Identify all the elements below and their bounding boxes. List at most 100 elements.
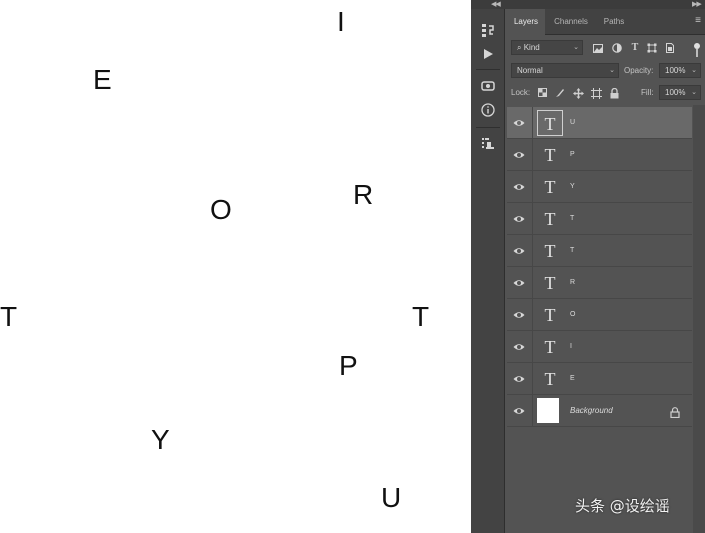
layer-name[interactable]: T (570, 235, 574, 267)
eye-icon[interactable] (513, 341, 525, 353)
watermark: 头条 @设绘谣 (575, 497, 670, 515)
history-icon[interactable] (477, 20, 499, 42)
layer-row[interactable]: T U (507, 107, 692, 139)
opacity-value: 100% (665, 66, 686, 75)
layer-row[interactable]: T P (507, 139, 692, 171)
layer-name[interactable]: E (570, 363, 575, 395)
play-actions-icon[interactable] (477, 43, 499, 65)
panel-tabs: Layers Channels Paths ≡ (507, 9, 705, 36)
layer-row[interactable]: T T (507, 235, 692, 267)
dock-top-strip: ◀◀ ▶▶ (471, 0, 705, 9)
lock-all-icon[interactable] (607, 86, 621, 100)
text-layer-thumbnail: T (544, 273, 556, 293)
eye-icon[interactable] (513, 181, 525, 193)
text-layer-thumbnail: T (544, 241, 556, 261)
tool-separator (476, 127, 500, 128)
background-thumbnail (537, 398, 559, 423)
lock-transparent-icon[interactable] (535, 86, 549, 100)
eye-icon[interactable] (513, 245, 525, 257)
canvas-letter-r: R (353, 179, 374, 210)
chevron-down-icon: ⌄ (573, 44, 579, 51)
layer-row-background[interactable]: Background (507, 395, 692, 427)
document-canvas[interactable]: I E R O T T P Y U (0, 0, 471, 533)
adjustment-filter-icon[interactable] (610, 41, 624, 55)
tab-paths[interactable]: Paths (596, 9, 632, 35)
fill-label: Fill: (641, 88, 654, 97)
info-icon[interactable] (477, 99, 499, 121)
eye-icon[interactable] (513, 277, 525, 289)
layer-row[interactable]: T T (507, 203, 692, 235)
text-layer-thumbnail: T (544, 177, 556, 197)
layer-name[interactable]: P (570, 139, 575, 171)
pixel-filter-icon[interactable] (591, 41, 605, 55)
eye-icon[interactable] (513, 149, 525, 161)
lock-label: Lock: (511, 88, 531, 97)
text-layer-thumbnail: T (544, 369, 556, 389)
layer-row[interactable]: T R (507, 267, 692, 299)
text-layer-thumbnail: T (544, 209, 556, 229)
layer-name[interactable]: O (570, 299, 575, 331)
layer-name[interactable]: I (570, 331, 572, 363)
tab-channels[interactable]: Channels (547, 9, 595, 35)
visibility-separator (532, 107, 533, 139)
collapse-left-icon[interactable]: ◀◀ (491, 0, 501, 9)
visibility-separator (532, 171, 533, 203)
filter-toggle-track (696, 49, 698, 57)
text-layer-thumbnail: T (544, 145, 556, 165)
tab-layers[interactable]: Layers (507, 9, 545, 36)
canvas-letter-o: O (210, 194, 232, 225)
chevron-down-icon: ⌄ (691, 89, 697, 96)
layer-name[interactable]: T (570, 203, 574, 235)
blend-mode-dropdown[interactable]: Normal ⌄ (511, 63, 619, 78)
lock-position-icon[interactable] (571, 86, 585, 100)
visibility-separator (532, 267, 533, 299)
layer-row[interactable]: T O (507, 299, 692, 331)
fill-field[interactable]: 100% ⌄ (659, 85, 701, 100)
layer-name[interactable]: R (570, 267, 575, 299)
visibility-separator (532, 203, 533, 235)
blend-row: Normal ⌄ Opacity: 100% ⌄ (507, 62, 705, 84)
layers-panel: Layers Channels Paths ≡ ⌕ Kind ⌄ T Norma… (507, 9, 705, 533)
lock-artboard-icon[interactable] (589, 86, 603, 100)
layer-name[interactable]: Y (570, 171, 575, 203)
type-filter-icon[interactable]: T (628, 41, 642, 55)
libraries-icon[interactable] (477, 75, 499, 97)
tool-separator (476, 69, 500, 70)
layer-row[interactable]: T E (507, 363, 692, 395)
text-layer-thumbnail: T (537, 110, 563, 136)
eye-icon[interactable] (513, 405, 525, 417)
eye-icon[interactable] (513, 117, 525, 129)
layers-scrollbar[interactable] (693, 105, 705, 533)
properties-icon[interactable] (477, 132, 499, 154)
filter-row: ⌕ Kind ⌄ T (507, 39, 705, 61)
collapse-right-icon[interactable]: ▶▶ (692, 0, 702, 9)
layer-row[interactable]: T Y (507, 171, 692, 203)
canvas-letter-p: P (339, 350, 358, 381)
shape-filter-icon[interactable] (645, 41, 659, 55)
canvas-letter-t-left: T (0, 301, 18, 332)
text-layer-thumbnail: T (544, 337, 556, 357)
layer-row[interactable]: T I (507, 331, 692, 363)
visibility-separator (532, 139, 533, 171)
lock-pixels-icon[interactable] (553, 86, 567, 100)
panel-menu-icon[interactable]: ≡ (695, 16, 701, 26)
filter-kind-dropdown[interactable]: ⌕ Kind ⌄ (511, 40, 583, 55)
opacity-label: Opacity: (624, 66, 654, 75)
eye-icon[interactable] (513, 309, 525, 321)
layer-name[interactable]: U (570, 107, 575, 139)
smart-object-filter-icon[interactable] (663, 41, 677, 55)
eye-icon[interactable] (513, 373, 525, 385)
visibility-separator (532, 363, 533, 395)
opacity-field[interactable]: 100% ⌄ (659, 63, 701, 78)
chevron-down-icon: ⌄ (691, 67, 697, 74)
canvas-letter-u: U (381, 482, 402, 513)
text-layer-thumbnail: T (544, 305, 556, 325)
search-icon: ⌕ (517, 43, 522, 52)
canvas-letter-t-right: T (412, 301, 430, 332)
panel-icon-column (471, 9, 505, 533)
eye-icon[interactable] (513, 213, 525, 225)
visibility-separator (532, 331, 533, 363)
layer-name[interactable]: Background (570, 395, 613, 427)
fill-value: 100% (665, 88, 686, 97)
visibility-separator (532, 235, 533, 267)
